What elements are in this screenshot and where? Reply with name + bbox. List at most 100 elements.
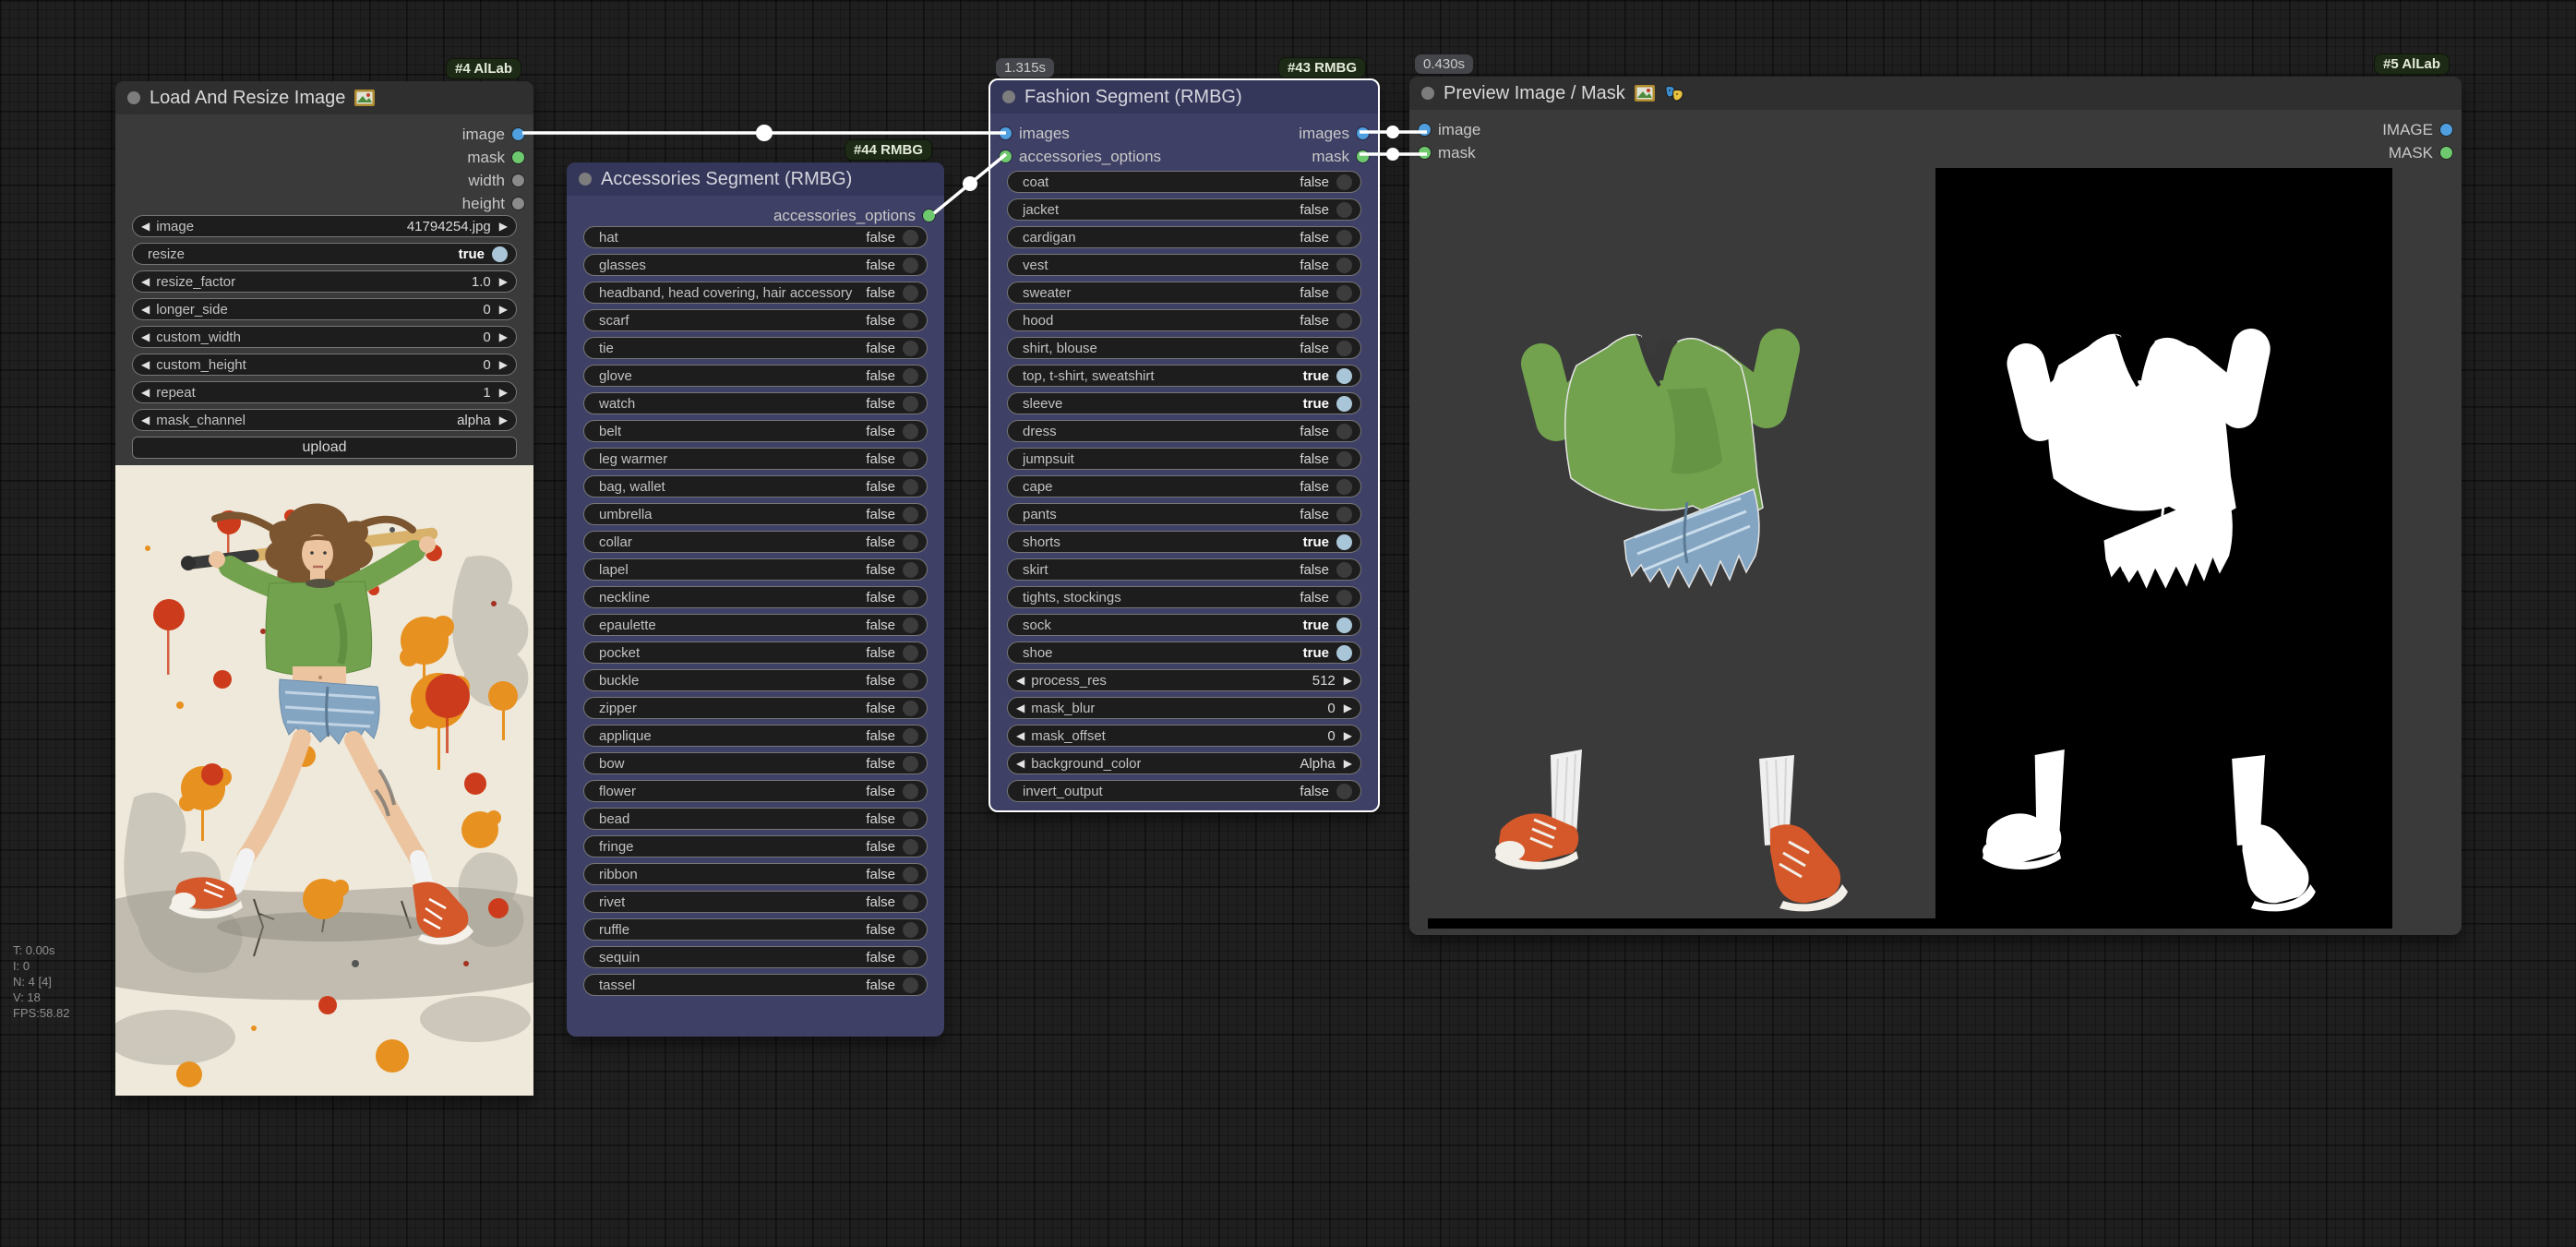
output-port-mask[interactable]: MASK — [2389, 144, 2452, 162]
widget-glasses[interactable]: glassesfalse — [583, 254, 928, 276]
collapse-dot-icon[interactable] — [127, 91, 140, 104]
toggle-dot[interactable] — [903, 977, 918, 993]
toggle-dot[interactable] — [1336, 479, 1352, 495]
widget-headband-head-covering-hair-accessory[interactable]: headband, head covering, hair accessoryf… — [583, 282, 928, 304]
toggle-dot[interactable] — [1336, 507, 1352, 522]
toggle-dot[interactable] — [903, 756, 918, 772]
widget-mask-offset[interactable]: ◀mask_offset0▶ — [1007, 725, 1361, 747]
decrement-arrow[interactable]: ◀ — [141, 331, 150, 342]
output-port-height[interactable]: height — [462, 195, 524, 213]
input-port-images[interactable]: images — [1000, 125, 1070, 143]
toggle-dot[interactable] — [903, 701, 918, 716]
toggle-dot[interactable] — [903, 424, 918, 439]
widget-rivet[interactable]: rivetfalse — [583, 891, 928, 913]
widget-background-color[interactable]: ◀background_colorAlpha▶ — [1007, 752, 1361, 774]
toggle-dot[interactable] — [1336, 174, 1352, 190]
port-dot-accessories-options[interactable] — [923, 210, 935, 222]
widget-watch[interactable]: watchfalse — [583, 392, 928, 414]
widget-skirt[interactable]: skirtfalse — [1007, 558, 1361, 581]
toggle-dot[interactable] — [903, 396, 918, 412]
toggle-dot[interactable] — [1336, 562, 1352, 578]
widget-zipper[interactable]: zipperfalse — [583, 697, 928, 719]
widget-shorts[interactable]: shortstrue — [1007, 531, 1361, 553]
toggle-dot[interactable] — [903, 839, 918, 855]
increment-arrow[interactable]: ▶ — [499, 331, 508, 342]
widget-glove[interactable]: glovefalse — [583, 365, 928, 387]
toggle-dot[interactable] — [1336, 451, 1352, 467]
toggle-dot[interactable] — [903, 728, 918, 744]
toggle-dot[interactable] — [903, 285, 918, 301]
decrement-arrow[interactable]: ◀ — [141, 221, 150, 232]
widget-image[interactable]: ◀image41794254.jpg▶ — [132, 215, 517, 237]
decrement-arrow[interactable]: ◀ — [1016, 675, 1024, 686]
decrement-arrow[interactable]: ◀ — [1016, 730, 1024, 741]
widget-pocket[interactable]: pocketfalse — [583, 641, 928, 664]
upload-button[interactable]: upload — [132, 437, 517, 459]
widget-epaulette[interactable]: epaulettefalse — [583, 614, 928, 636]
widget-shoe[interactable]: shoetrue — [1007, 641, 1361, 664]
widget-shirt-blouse[interactable]: shirt, blousefalse — [1007, 337, 1361, 359]
toggle-dot[interactable] — [1336, 424, 1352, 439]
output-port-width[interactable]: width — [468, 172, 524, 190]
port-dot-images-out[interactable] — [1357, 127, 1369, 139]
decrement-arrow[interactable]: ◀ — [141, 387, 150, 398]
widget-leg-warmer[interactable]: leg warmerfalse — [583, 448, 928, 470]
collapse-dot-icon[interactable] — [1002, 90, 1015, 103]
node-titlebar[interactable]: Accessories Segment (RMBG) — [567, 162, 944, 196]
toggle-dot[interactable] — [903, 673, 918, 689]
widget-cape[interactable]: capefalse — [1007, 475, 1361, 498]
increment-arrow[interactable]: ▶ — [1344, 675, 1352, 686]
widget-resize-factor[interactable]: ◀resize_factor1.0▶ — [132, 270, 517, 293]
toggle-dot[interactable] — [903, 950, 918, 965]
widget-ribbon[interactable]: ribbonfalse — [583, 863, 928, 885]
widget-lapel[interactable]: lapelfalse — [583, 558, 928, 581]
widget-repeat[interactable]: ◀repeat1▶ — [132, 381, 517, 403]
toggle-dot[interactable] — [903, 811, 918, 827]
output-port-mask[interactable]: mask — [467, 149, 524, 167]
toggle-dot[interactable] — [903, 590, 918, 606]
increment-arrow[interactable]: ▶ — [1344, 730, 1352, 741]
increment-arrow[interactable]: ▶ — [499, 304, 508, 315]
port-dot-mask-out[interactable] — [1357, 150, 1369, 162]
node-fashion-segment[interactable]: 1.315s #43 RMBG Fashion Segment (RMBG) i… — [988, 78, 1380, 812]
toggle-dot[interactable] — [1336, 534, 1352, 550]
toggle-dot[interactable] — [1336, 784, 1352, 799]
toggle-dot[interactable] — [1336, 341, 1352, 356]
widget-tie[interactable]: tiefalse — [583, 337, 928, 359]
decrement-arrow[interactable]: ◀ — [141, 276, 150, 287]
port-dot-height[interactable] — [512, 198, 524, 210]
widget-longer-side[interactable]: ◀longer_side0▶ — [132, 298, 517, 320]
decrement-arrow[interactable]: ◀ — [141, 359, 150, 370]
widget-jumpsuit[interactable]: jumpsuitfalse — [1007, 448, 1361, 470]
toggle-dot[interactable] — [903, 562, 918, 578]
widget-scarf[interactable]: scarffalse — [583, 309, 928, 331]
widget-ruffle[interactable]: rufflefalse — [583, 918, 928, 941]
widget-sequin[interactable]: sequinfalse — [583, 946, 928, 968]
widget-belt[interactable]: beltfalse — [583, 420, 928, 442]
widget-flower[interactable]: flowerfalse — [583, 780, 928, 802]
output-port-image[interactable]: IMAGE — [2382, 121, 2452, 139]
widget-vest[interactable]: vestfalse — [1007, 254, 1361, 276]
port-dot-images-in[interactable] — [1000, 127, 1012, 139]
toggle-dot[interactable] — [903, 645, 918, 661]
widget-jacket[interactable]: jacketfalse — [1007, 198, 1361, 221]
input-port-image[interactable]: image — [1419, 121, 1480, 139]
port-dot-width[interactable] — [512, 174, 524, 186]
toggle-dot[interactable] — [903, 479, 918, 495]
decrement-arrow[interactable]: ◀ — [1016, 702, 1024, 713]
increment-arrow[interactable]: ▶ — [499, 359, 508, 370]
node-titlebar[interactable]: Fashion Segment (RMBG) — [990, 80, 1378, 114]
node-titlebar[interactable]: Preview Image / Mask — [1409, 77, 2462, 110]
port-dot-mask-in[interactable] — [1419, 147, 1431, 159]
port-dot-mask[interactable] — [512, 151, 524, 163]
port-dot-image-out[interactable] — [2440, 124, 2452, 136]
toggle-dot[interactable] — [1336, 258, 1352, 273]
widget-cardigan[interactable]: cardiganfalse — [1007, 226, 1361, 248]
port-dot-image[interactable] — [512, 128, 524, 140]
toggle-dot[interactable] — [1336, 396, 1352, 412]
toggle-dot[interactable] — [492, 246, 508, 262]
toggle-dot[interactable] — [903, 258, 918, 273]
widget-invert-output[interactable]: invert_outputfalse — [1007, 780, 1361, 802]
toggle-dot[interactable] — [903, 867, 918, 882]
collapse-dot-icon[interactable] — [1421, 87, 1434, 100]
